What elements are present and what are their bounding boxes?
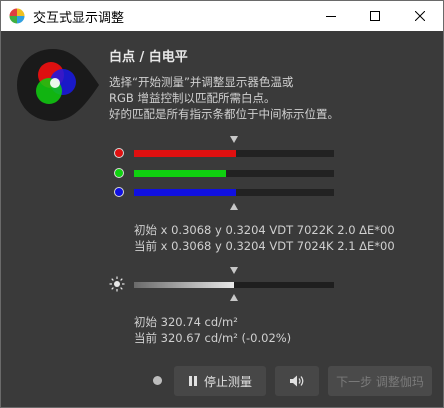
maximize-button[interactable] xyxy=(353,1,397,31)
window-title: 交互式显示调整 xyxy=(33,11,125,26)
red-channel-dot xyxy=(114,148,124,158)
app-icon xyxy=(9,8,25,24)
instructions: 选择“开始测量”并调整显示器色温或 RGB 增益控制以匹配所需白点。 好的匹配是… xyxy=(109,74,339,122)
current-readout: 当前 x 0.3068 y 0.3204 VDT 7024K 2.1 ΔE*00 xyxy=(134,239,395,253)
minimize-button[interactable] xyxy=(309,1,353,31)
interactive-display-adjustment-window: 交互式显示调整 白点 / 白电平 选择“开始测量”并调整显示器色温或 RGB 增… xyxy=(0,0,444,408)
maximize-icon xyxy=(370,11,380,21)
sound-toggle-button[interactable] xyxy=(275,366,319,396)
title-bar[interactable]: 交互式显示调整 xyxy=(1,1,443,31)
red-channel-fill xyxy=(134,150,236,157)
close-button[interactable] xyxy=(398,1,442,31)
rgb-logo-icon xyxy=(17,49,99,121)
instruction-line: 选择“开始测量”并调整显示器色温或 xyxy=(109,75,294,89)
instruction-line: 好的匹配是所有指示条都位于中间标示位置。 xyxy=(109,107,339,121)
green-channel-fill xyxy=(134,170,226,177)
pause-icon xyxy=(188,376,197,386)
speaker-icon xyxy=(290,375,304,387)
instruction-line: RGB 增益控制以匹配所需白点。 xyxy=(109,91,276,105)
next-step-button[interactable]: 下一步 调整伽玛 xyxy=(328,366,432,396)
luminance-initial-readout: 初始 320.74 cd/m² xyxy=(134,315,238,329)
green-channel-dot xyxy=(114,168,124,178)
blue-channel-bar xyxy=(134,189,334,196)
target-marker-top xyxy=(230,136,238,143)
stop-measurement-button[interactable]: 停止测量 xyxy=(174,366,266,396)
next-step-label: 下一步 调整伽玛 xyxy=(336,374,424,389)
brightness-icon xyxy=(109,276,125,292)
luminance-current-readout: 当前 320.67 cd/m² (-0.02%) xyxy=(134,331,292,345)
blue-channel-dot xyxy=(114,187,124,197)
minimize-icon xyxy=(326,16,336,17)
target-marker-bottom xyxy=(230,203,238,210)
red-channel-bar xyxy=(134,150,334,157)
luminance-bar xyxy=(134,282,334,288)
luminance-target-marker-bottom xyxy=(230,294,238,301)
blue-channel-fill xyxy=(134,189,236,196)
initial-readout: 初始 x 0.3068 y 0.3204 VDT 7022K 2.0 ΔE*00 xyxy=(134,223,395,237)
page-title: 白点 / 白电平 xyxy=(109,50,188,65)
green-channel-bar xyxy=(134,170,334,177)
stop-measurement-label: 停止测量 xyxy=(203,374,252,389)
close-icon xyxy=(415,11,425,21)
luminance-fill xyxy=(134,282,234,288)
status-indicator xyxy=(153,376,162,385)
luminance-target-marker-top xyxy=(230,267,238,274)
